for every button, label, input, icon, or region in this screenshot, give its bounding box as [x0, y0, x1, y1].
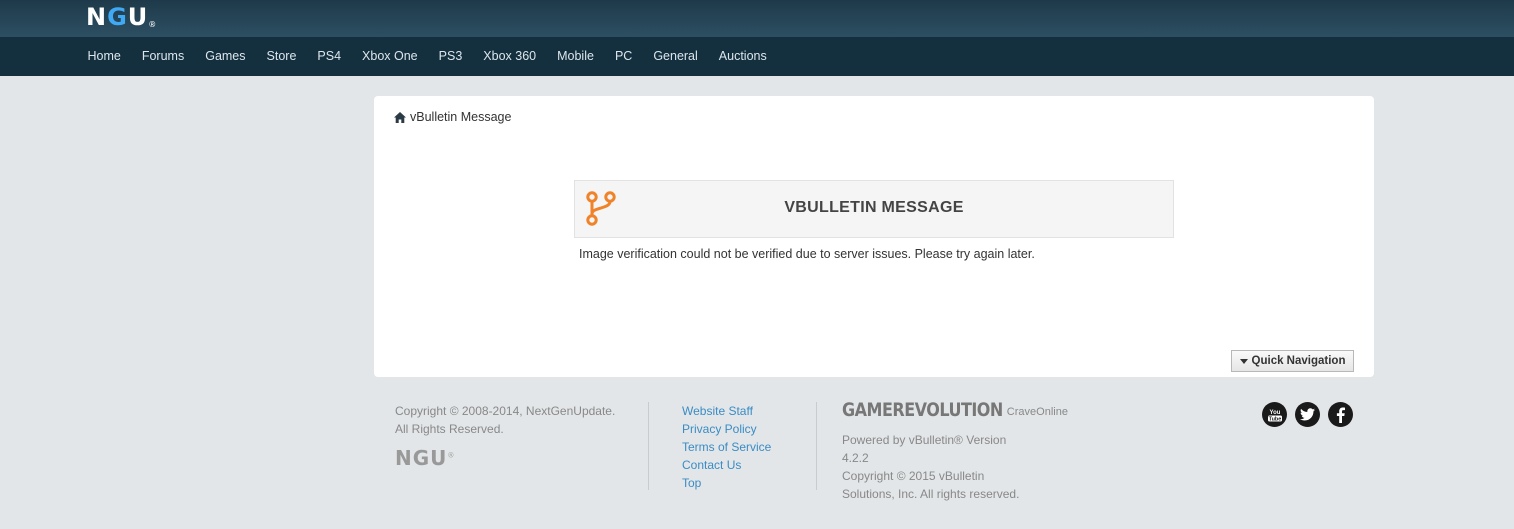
breadcrumb-label: vBulletin Message: [410, 110, 512, 124]
craveonline-text: CraveOnline: [1006, 406, 1068, 418]
nav-item-ps3[interactable]: PS3: [428, 37, 473, 76]
powered-by-text: Powered by vBulletin® Version 4.2.2 Copy…: [842, 431, 1032, 503]
powered-line: Powered by vBulletin® Version: [842, 433, 1007, 447]
nav-item-mobile[interactable]: Mobile: [547, 37, 605, 76]
facebook-icon[interactable]: [1328, 402, 1353, 427]
message-title: VBULLETIN MESSAGE: [784, 199, 964, 216]
powered-line: Solutions, Inc. All rights reserved.: [842, 487, 1020, 501]
triangle-down-icon: [1239, 358, 1248, 364]
copyright-line: All Rights Reserved.: [395, 422, 504, 436]
nav-item-forums[interactable]: Forums: [131, 37, 194, 76]
message-text: Image verification could not be verified…: [579, 247, 1035, 261]
youtube-icon[interactable]: You Tube: [1262, 402, 1287, 427]
svg-text:You: You: [1269, 410, 1280, 416]
link-privacy-policy[interactable]: Privacy Policy: [682, 420, 771, 438]
twitter-icon[interactable]: [1295, 402, 1320, 427]
gamerevolution-logo[interactable]: GAMEREVOLUTION CraveOnline: [842, 398, 1068, 421]
ngu-logo[interactable]: NGU®: [86, 3, 157, 31]
nav-item-ps4[interactable]: PS4: [307, 37, 352, 76]
gamerevolution-text: GAMEREVOLUTION: [842, 398, 1003, 421]
social-links: You Tube: [1262, 402, 1353, 427]
quick-navigation-label: Quick Navigation: [1251, 355, 1346, 367]
link-website-staff[interactable]: Website Staff: [682, 402, 771, 420]
home-icon[interactable]: [394, 111, 406, 123]
link-contact-us[interactable]: Contact Us: [682, 456, 771, 474]
powered-line: 4.2.2: [842, 451, 869, 465]
footer-copyright: Copyright © 2008-2014, NextGenUpdate. Al…: [395, 402, 615, 438]
nav-item-home[interactable]: Home: [77, 37, 131, 76]
link-top[interactable]: Top: [682, 474, 771, 492]
svg-text:Tube: Tube: [1268, 416, 1281, 422]
nav-item-games[interactable]: Games: [195, 37, 256, 76]
top-header: NGU®: [0, 0, 1514, 37]
nav-item-store[interactable]: Store: [256, 37, 307, 76]
footer-ngu-logo[interactable]: NGU®: [395, 446, 455, 470]
message-panel: vBulletin Message VBULLETIN MESSAGE Imag…: [374, 96, 1374, 377]
nav-item-xbox-one[interactable]: Xbox One: [352, 37, 429, 76]
footer-links: Website Staff Privacy Policy Terms of Se…: [682, 402, 771, 492]
nav-item-pc[interactable]: PC: [604, 37, 642, 76]
link-terms-of-service[interactable]: Terms of Service: [682, 438, 771, 456]
powered-line: Copyright © 2015 vBulletin: [842, 469, 985, 483]
footer-divider: [648, 402, 649, 490]
breadcrumb: vBulletin Message: [394, 110, 511, 124]
nav-item-auctions[interactable]: Auctions: [708, 37, 777, 76]
nav-item-xbox-360[interactable]: Xbox 360: [473, 37, 547, 76]
footer-divider: [816, 402, 817, 490]
quick-navigation-button[interactable]: Quick Navigation: [1231, 350, 1354, 372]
main-nav: Home Forums Games Store PS4 Xbox One PS3…: [0, 37, 1514, 76]
nav-item-general[interactable]: General: [643, 37, 708, 76]
message-header-box: VBULLETIN MESSAGE: [574, 180, 1174, 238]
copyright-line: Copyright © 2008-2014, NextGenUpdate.: [395, 404, 616, 418]
